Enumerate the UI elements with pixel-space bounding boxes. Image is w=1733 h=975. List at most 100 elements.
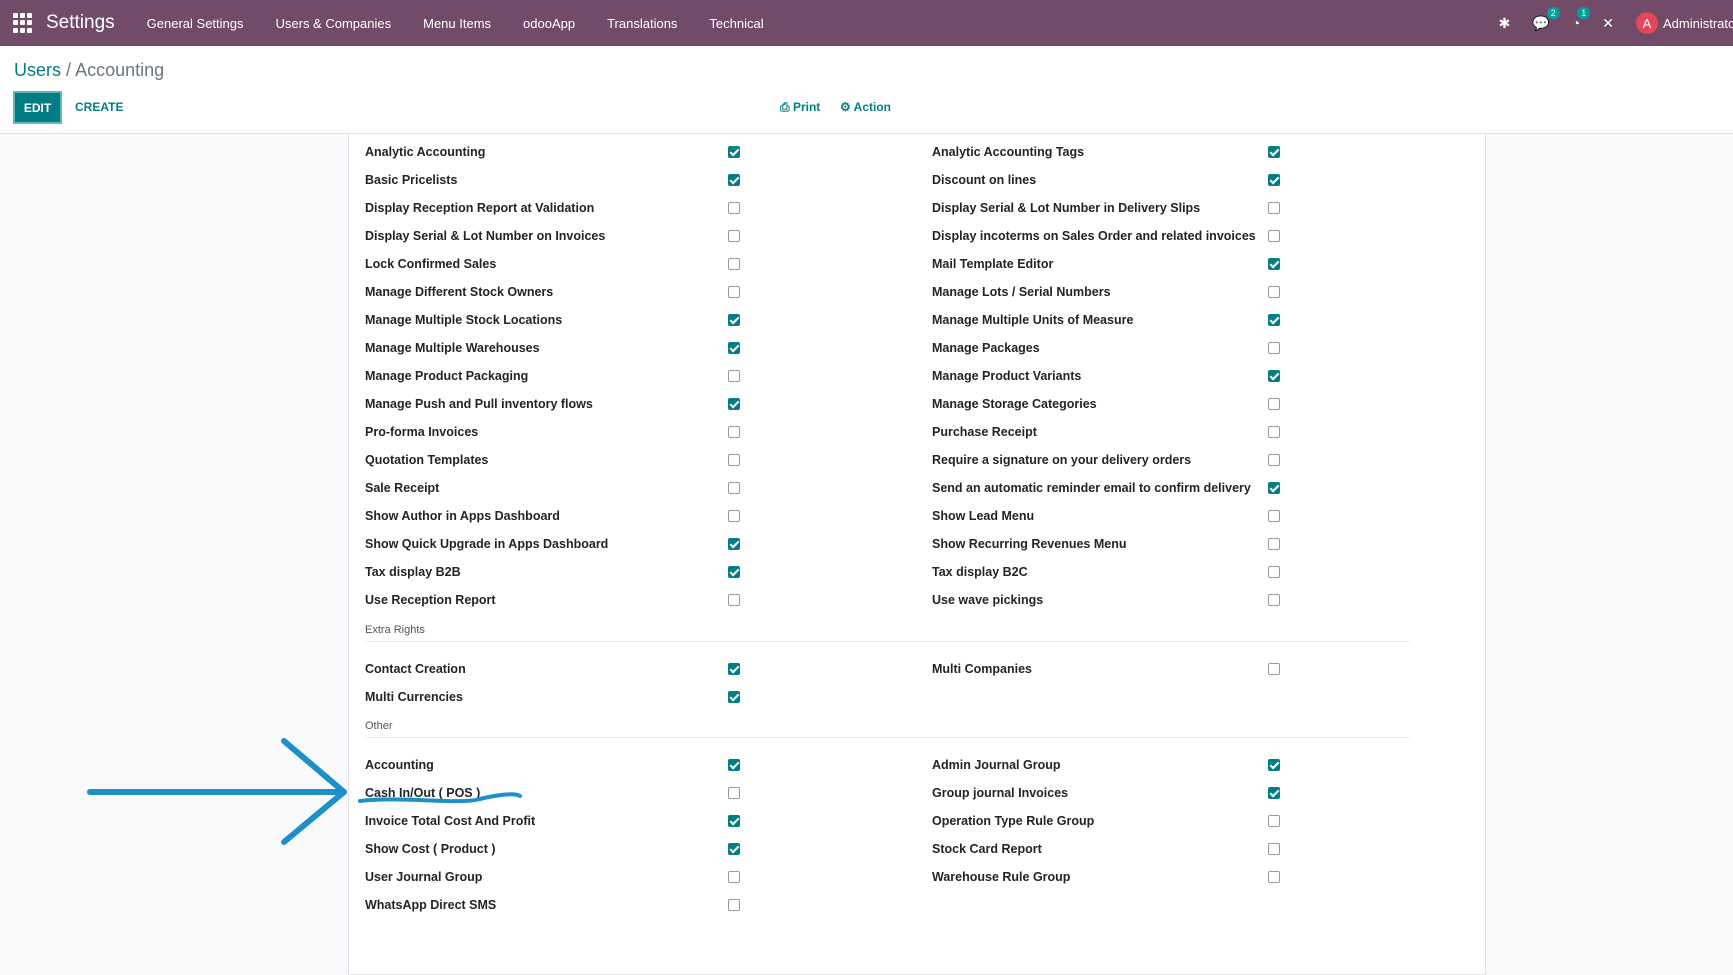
- checkbox-basic-pricelists[interactable]: [728, 174, 740, 186]
- bug-icon[interactable]: ✱: [1499, 15, 1511, 32]
- tools-icon[interactable]: ✕: [1602, 15, 1614, 32]
- checkbox-use-reception-report[interactable]: [728, 594, 740, 606]
- field-label-user-journal-group: User Journal Group: [365, 870, 483, 884]
- checkbox-show-recurring-revenues-menu[interactable]: [1268, 538, 1280, 550]
- field-label-cash-in-out-pos: Cash In/Out ( POS ): [365, 786, 481, 800]
- field-label-show-author-in-apps-dashboard: Show Author in Apps Dashboard: [365, 509, 560, 523]
- checkbox-lock-confirmed-sales[interactable]: [728, 258, 740, 270]
- checkbox-sale-receipt[interactable]: [728, 482, 740, 494]
- checkbox-show-quick-upgrade-in-apps-dashboard[interactable]: [728, 538, 740, 550]
- checkbox-send-an-automatic-reminder-email-to-confirm-delivery[interactable]: [1268, 482, 1280, 494]
- checkbox-pro-forma-invoices[interactable]: [728, 426, 740, 438]
- menu-odooapp[interactable]: odooApp: [507, 16, 591, 31]
- checkbox-manage-push-and-pull-inventory-flows[interactable]: [728, 398, 740, 410]
- field-label-manage-push-and-pull-inventory-flows: Manage Push and Pull inventory flows: [365, 397, 593, 411]
- checkbox-group-journal-invoices[interactable]: [1268, 787, 1280, 799]
- checkbox-tax-display-b2c[interactable]: [1268, 566, 1280, 578]
- field-label-invoice-total-cost-and-profit: Invoice Total Cost And Profit: [365, 814, 536, 828]
- avatar[interactable]: A: [1636, 12, 1658, 34]
- user-name[interactable]: Administrator: [1663, 16, 1733, 31]
- field-label-manage-lots-serial-numbers: Manage Lots / Serial Numbers: [932, 285, 1111, 299]
- field-label-multi-companies: Multi Companies: [932, 662, 1033, 676]
- checkbox-display-serial-lot-number-in-delivery-slips[interactable]: [1268, 202, 1280, 214]
- menu-menu-items[interactable]: Menu Items: [407, 16, 507, 31]
- field-label-purchase-receipt: Purchase Receipt: [932, 425, 1037, 439]
- menu-technical[interactable]: Technical: [693, 16, 779, 31]
- checkbox-require-a-signature-on-your-delivery-orders[interactable]: [1268, 454, 1280, 466]
- control-panel: Users / Accounting EDIT CREATE ⎙ Print ⚙…: [0, 46, 1733, 134]
- checkbox-show-cost-product[interactable]: [728, 843, 740, 855]
- checkbox-show-author-in-apps-dashboard[interactable]: [728, 510, 740, 522]
- checkbox-purchase-receipt[interactable]: [1268, 426, 1280, 438]
- checkbox-manage-storage-categories[interactable]: [1268, 398, 1280, 410]
- section-title-extra-rights: Extra Rights: [365, 624, 425, 636]
- checkbox-accounting[interactable]: [728, 759, 740, 771]
- annotation-arrow-icon: [87, 738, 347, 845]
- checkbox-cash-in-out-pos[interactable]: [728, 787, 740, 799]
- field-label-basic-pricelists: Basic Pricelists: [365, 173, 458, 187]
- checkbox-contact-creation[interactable]: [728, 663, 740, 675]
- field-label-manage-multiple-stock-locations: Manage Multiple Stock Locations: [365, 313, 563, 327]
- chat-icon[interactable]: 💬 2: [1532, 6, 1560, 32]
- action-button[interactable]: ⚙ Action: [840, 100, 891, 114]
- checkbox-whatsapp-direct-sms[interactable]: [728, 899, 740, 911]
- checkbox-multi-currencies[interactable]: [728, 691, 740, 703]
- checkbox-display-reception-report-at-validation[interactable]: [728, 202, 740, 214]
- form-sheet: Analytic Accounting Analytic Accounting T…: [348, 134, 1486, 975]
- print-label: Print: [792, 100, 821, 114]
- checkbox-mail-template-editor[interactable]: [1268, 258, 1280, 270]
- gear-icon: ⚙: [840, 100, 851, 114]
- checkbox-display-serial-lot-number-on-invoices[interactable]: [728, 230, 740, 242]
- create-button[interactable]: CREATE: [75, 100, 123, 114]
- checkbox-tax-display-b2b[interactable]: [728, 566, 740, 578]
- print-icon: ⎙: [780, 100, 790, 114]
- checkbox-analytic-accounting[interactable]: [728, 146, 740, 158]
- checkbox-manage-packages[interactable]: [1268, 342, 1280, 354]
- field-label-use-wave-pickings: Use wave pickings: [932, 593, 1044, 607]
- checkbox-manage-multiple-stock-locations[interactable]: [728, 314, 740, 326]
- app-name[interactable]: Settings: [46, 12, 115, 34]
- field-label-tax-display-b2c: Tax display B2C: [932, 565, 1028, 579]
- field-label-mail-template-editor: Mail Template Editor: [932, 257, 1054, 271]
- checkbox-manage-multiple-warehouses[interactable]: [728, 342, 740, 354]
- field-label-show-cost-product: Show Cost ( Product ): [365, 842, 496, 856]
- breadcrumb-users-link[interactable]: Users: [14, 60, 61, 80]
- checkbox-user-journal-group[interactable]: [728, 871, 740, 883]
- field-label-multi-currencies: Multi Currencies: [365, 690, 463, 704]
- checkbox-manage-different-stock-owners[interactable]: [728, 286, 740, 298]
- checkbox-admin-journal-group[interactable]: [1268, 759, 1280, 771]
- field-label-display-serial-lot-number-in-delivery-slips: Display Serial & Lot Number in Delivery …: [932, 201, 1201, 215]
- checkbox-invoice-total-cost-and-profit[interactable]: [728, 815, 740, 827]
- systray: ✱ 💬 2 ◔ 1 ✕ A Administrator: [1499, 0, 1733, 46]
- apps-menu-icon[interactable]: [13, 13, 33, 33]
- checkbox-analytic-accounting-tags[interactable]: [1268, 146, 1280, 158]
- checkbox-manage-multiple-units-of-measure[interactable]: [1268, 314, 1280, 326]
- checkbox-warehouse-rule-group[interactable]: [1268, 871, 1280, 883]
- menu-general-settings[interactable]: General Settings: [131, 16, 260, 31]
- field-label-quotation-templates: Quotation Templates: [365, 453, 489, 467]
- menu-users-companies[interactable]: Users & Companies: [260, 16, 408, 31]
- field-label-analytic-accounting: Analytic Accounting: [365, 145, 486, 159]
- checkbox-display-incoterms-on-sales-order-and-related-invoices[interactable]: [1268, 230, 1280, 242]
- checkbox-stock-card-report[interactable]: [1268, 843, 1280, 855]
- checkbox-quotation-templates[interactable]: [728, 454, 740, 466]
- main-navbar: Settings General Settings Users & Compan…: [0, 0, 1733, 46]
- activity-clock-icon[interactable]: ◔ 1: [1572, 7, 1591, 31]
- field-label-show-recurring-revenues-menu: Show Recurring Revenues Menu: [932, 537, 1127, 551]
- checkbox-discount-on-lines[interactable]: [1268, 174, 1280, 186]
- edit-button[interactable]: EDIT: [13, 91, 62, 124]
- print-button[interactable]: ⎙ Print: [780, 100, 820, 115]
- checkbox-manage-product-variants[interactable]: [1268, 370, 1280, 382]
- field-label-manage-product-variants: Manage Product Variants: [932, 369, 1082, 383]
- checkbox-multi-companies[interactable]: [1268, 663, 1280, 675]
- action-label: Action: [853, 100, 891, 114]
- menu-translations[interactable]: Translations: [591, 16, 693, 31]
- section-divider: [365, 641, 1410, 642]
- checkbox-manage-product-packaging[interactable]: [728, 370, 740, 382]
- checkbox-manage-lots-serial-numbers[interactable]: [1268, 286, 1280, 298]
- checkbox-show-lead-menu[interactable]: [1268, 510, 1280, 522]
- breadcrumb-separator: /: [66, 60, 72, 80]
- checkbox-operation-type-rule-group[interactable]: [1268, 815, 1280, 827]
- checkbox-use-wave-pickings[interactable]: [1268, 594, 1280, 606]
- activity-badge: 1: [1577, 7, 1591, 19]
